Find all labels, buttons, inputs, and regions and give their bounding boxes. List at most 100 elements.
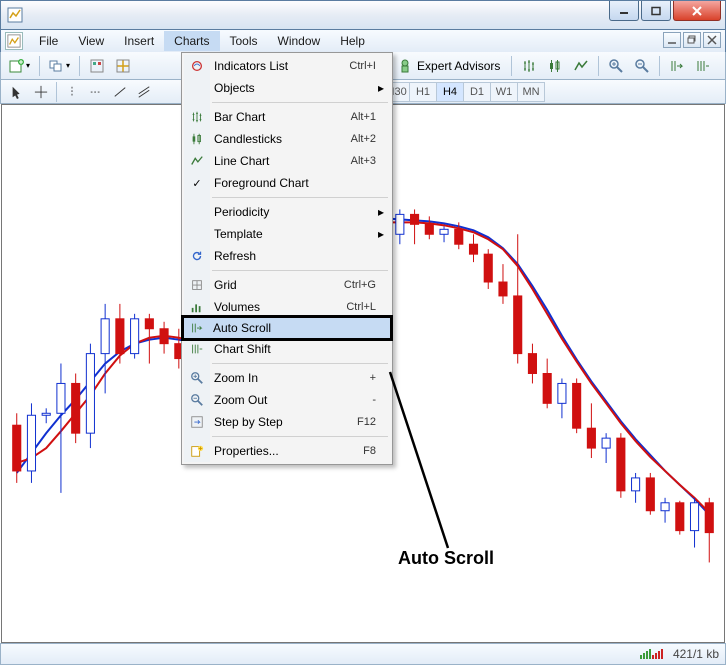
window-minimize-button[interactable] xyxy=(609,1,639,21)
menu-item-bar-chart[interactable]: Bar ChartAlt+1 xyxy=(184,106,390,128)
menu-item-label: Foreground Chart xyxy=(214,176,390,190)
menu-item-foreground-chart[interactable]: Foreground Chart xyxy=(184,172,390,194)
menu-item-label: Template xyxy=(214,227,390,241)
mdi-restore-button[interactable] xyxy=(683,32,701,48)
menu-item-chart-shift[interactable]: Chart Shift xyxy=(184,338,390,360)
menu-item-zoom-out[interactable]: Zoom Out- xyxy=(184,389,390,411)
market-watch-button[interactable] xyxy=(85,55,109,77)
submenu-arrow-icon: ▸ xyxy=(378,227,384,241)
menu-item-label: Grid xyxy=(214,278,344,292)
menu-item-label: Chart Shift xyxy=(214,342,390,356)
charts-menu-dropdown: Indicators ListCtrl+IObjects▸Bar ChartAl… xyxy=(181,52,393,465)
step-icon xyxy=(189,414,205,430)
properties-icon xyxy=(189,443,205,459)
menu-item-auto-scroll[interactable]: Auto Scroll xyxy=(183,317,391,339)
indicators-icon xyxy=(189,58,205,74)
auto-scroll-icon xyxy=(189,320,205,336)
zoom-in-icon xyxy=(189,370,205,386)
menu-window[interactable]: Window xyxy=(268,31,331,51)
menu-insert[interactable]: Insert xyxy=(114,31,164,51)
cursor-tool[interactable] xyxy=(5,82,29,102)
document-icon xyxy=(5,32,23,50)
menu-item-step-by-step[interactable]: Step by StepF12 xyxy=(184,411,390,433)
chart-shift-icon xyxy=(189,341,205,357)
blank-icon xyxy=(189,226,205,242)
chart-shift-button[interactable] xyxy=(691,55,715,77)
window-close-button[interactable] xyxy=(673,1,721,21)
bar-chart-icon xyxy=(189,109,205,125)
menu-item-label: Objects xyxy=(214,81,390,95)
menu-item-zoom-in[interactable]: Zoom In+ xyxy=(184,367,390,389)
menu-view[interactable]: View xyxy=(68,31,114,51)
annotation-label: Auto Scroll xyxy=(398,548,494,569)
navigator-button[interactable] xyxy=(111,55,135,77)
menu-item-candlesticks[interactable]: CandlesticksAlt+2 xyxy=(184,128,390,150)
menu-item-label: Auto Scroll xyxy=(213,321,390,335)
expert-advisors-label: Expert Advisors xyxy=(417,59,500,73)
bar-chart-button[interactable] xyxy=(517,55,541,77)
menu-item-label: Zoom In xyxy=(214,371,370,385)
volumes-icon xyxy=(189,299,205,315)
line-chart-button[interactable] xyxy=(569,55,593,77)
menu-item-grid[interactable]: GridCtrl+G xyxy=(184,274,390,296)
menu-item-label: Indicators List xyxy=(214,59,349,73)
app-system-icon xyxy=(7,7,23,23)
mdi-minimize-button[interactable] xyxy=(663,32,681,48)
menu-item-label: Step by Step xyxy=(214,415,357,429)
network-status-label: 421/1 kb xyxy=(673,647,719,661)
timeframe-h1[interactable]: H1 xyxy=(409,82,437,102)
horizontal-line-tool[interactable] xyxy=(84,82,108,102)
timeframe-d1[interactable]: D1 xyxy=(463,82,491,102)
vertical-line-tool[interactable] xyxy=(60,82,84,102)
menu-item-label: Bar Chart xyxy=(214,110,351,124)
channel-tool[interactable] xyxy=(132,82,156,102)
check-icon xyxy=(189,175,205,191)
menu-item-periodicity[interactable]: Periodicity▸ xyxy=(184,201,390,223)
menu-item-line-chart[interactable]: Line ChartAlt+3 xyxy=(184,150,390,172)
mdi-close-button[interactable] xyxy=(703,32,721,48)
line-chart-icon xyxy=(189,153,205,169)
auto-scroll-button[interactable] xyxy=(665,55,689,77)
connection-icon xyxy=(640,649,663,659)
menu-item-template[interactable]: Template▸ xyxy=(184,223,390,245)
statusbar: 421/1 kb xyxy=(0,643,726,665)
new-chart-button[interactable]: ▾ xyxy=(5,55,34,77)
crosshair-tool[interactable] xyxy=(29,82,53,102)
menu-charts[interactable]: Charts xyxy=(164,31,219,51)
blank-icon xyxy=(189,80,205,96)
menu-item-label: Zoom Out xyxy=(214,393,372,407)
refresh-icon xyxy=(189,248,205,264)
menubar: FileViewInsertChartsToolsWindowHelp xyxy=(0,30,726,52)
profiles-button[interactable]: ▾ xyxy=(45,55,74,77)
menu-tools[interactable]: Tools xyxy=(220,31,268,51)
timeframe-mn[interactable]: MN xyxy=(517,82,545,102)
menu-help[interactable]: Help xyxy=(330,31,375,51)
expert-advisors-icon xyxy=(397,58,413,74)
candlestick-button[interactable] xyxy=(543,55,567,77)
menu-item-indicators-list[interactable]: Indicators ListCtrl+I xyxy=(184,55,390,77)
timeframe-h4[interactable]: H4 xyxy=(436,82,464,102)
menu-item-label: Line Chart xyxy=(214,154,351,168)
menu-item-volumes[interactable]: VolumesCtrl+L xyxy=(184,296,390,318)
menu-file[interactable]: File xyxy=(29,31,68,51)
menu-item-properties[interactable]: Properties...F8 xyxy=(184,440,390,462)
grid-icon xyxy=(189,277,205,293)
menu-item-label: Candlesticks xyxy=(214,132,351,146)
window-titlebar xyxy=(0,0,726,30)
zoom-in-button[interactable] xyxy=(604,55,628,77)
timeframe-w1[interactable]: W1 xyxy=(490,82,518,102)
menu-item-refresh[interactable]: Refresh xyxy=(184,245,390,267)
menu-item-label: Refresh xyxy=(214,249,390,263)
zoom-out-button[interactable] xyxy=(630,55,654,77)
menu-item-label: Volumes xyxy=(214,300,346,314)
blank-icon xyxy=(189,204,205,220)
candlesticks-icon xyxy=(189,131,205,147)
submenu-arrow-icon: ▸ xyxy=(378,81,384,95)
submenu-arrow-icon: ▸ xyxy=(378,205,384,219)
zoom-out-icon xyxy=(189,392,205,408)
window-maximize-button[interactable] xyxy=(641,1,671,21)
menu-item-objects[interactable]: Objects▸ xyxy=(184,77,390,99)
expert-advisors-button[interactable]: Expert Advisors xyxy=(391,58,506,74)
menu-item-label: Periodicity xyxy=(214,205,390,219)
trendline-tool[interactable] xyxy=(108,82,132,102)
